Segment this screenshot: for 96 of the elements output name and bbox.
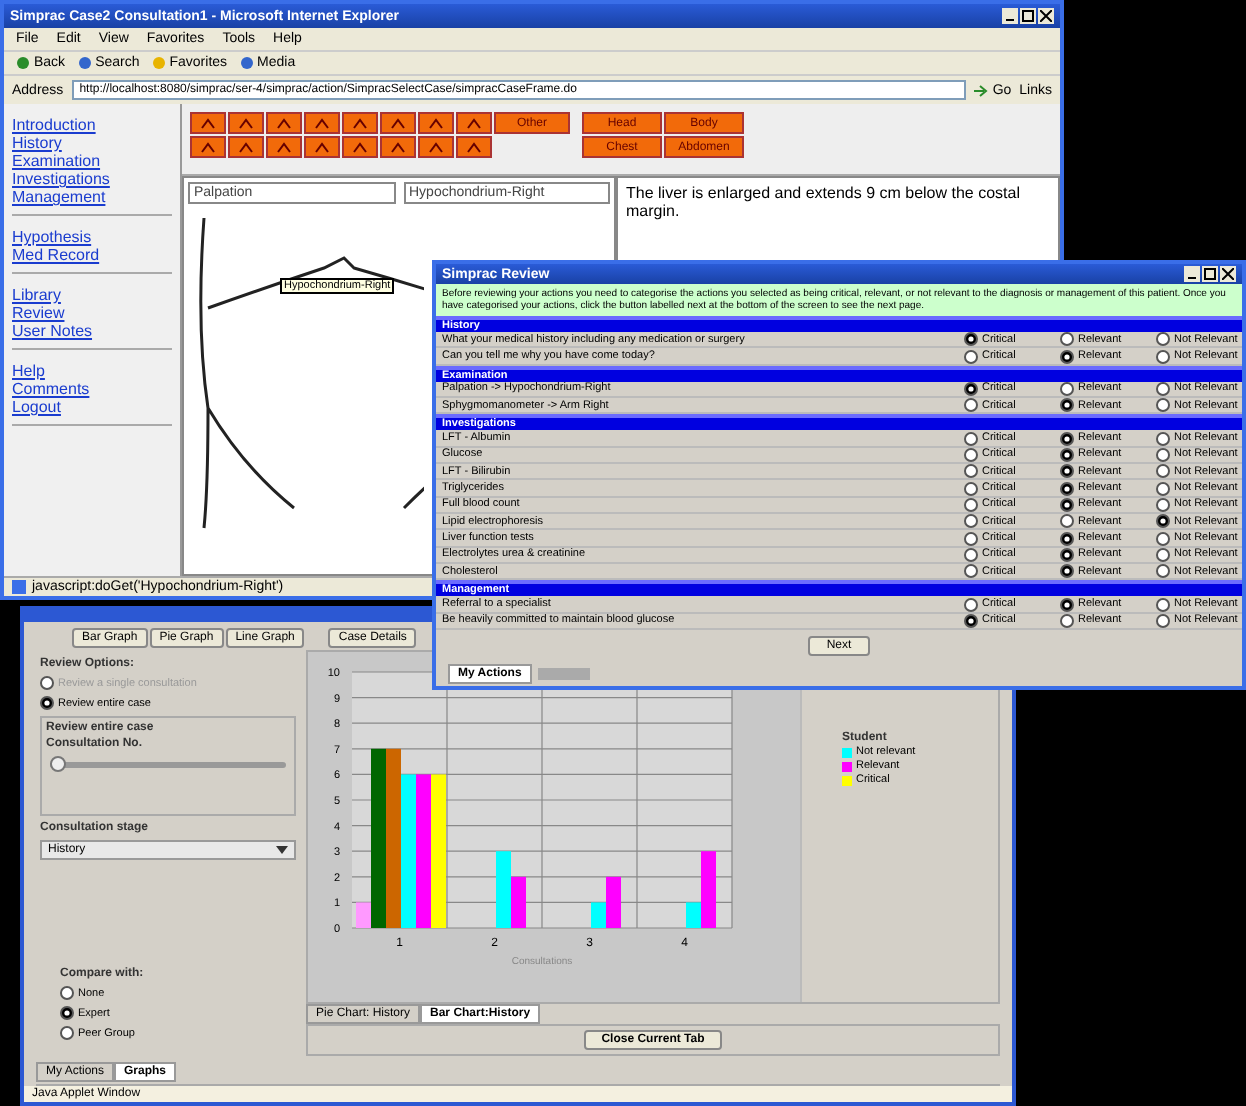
nav-link[interactable]: Library — [12, 286, 172, 304]
body-part-icon-button[interactable] — [190, 112, 226, 134]
radio-button[interactable] — [964, 381, 978, 396]
radio-button[interactable] — [60, 1026, 74, 1040]
radio-button[interactable] — [1060, 481, 1074, 496]
nav-link[interactable]: Examination — [12, 152, 172, 170]
body-part-icon-button[interactable] — [380, 136, 416, 158]
radio-button[interactable] — [1060, 497, 1074, 512]
page-icon — [12, 580, 26, 594]
radio-button[interactable] — [964, 564, 978, 579]
body-part-icon-button[interactable] — [418, 136, 454, 158]
radio-button[interactable] — [1156, 431, 1170, 446]
radio-button[interactable] — [1156, 514, 1170, 529]
arrow-icon — [974, 83, 989, 97]
radio-button[interactable] — [1156, 547, 1170, 562]
body-part-icon-button[interactable] — [380, 112, 416, 134]
radio-button[interactable] — [1060, 447, 1074, 462]
nav-link[interactable]: Hypothesis — [12, 228, 172, 246]
radio-button[interactable] — [1156, 613, 1170, 628]
radio-button[interactable] — [1060, 381, 1074, 396]
radio-button[interactable] — [1156, 497, 1170, 512]
radio-button[interactable] — [964, 481, 978, 496]
radio-button[interactable] — [1060, 398, 1074, 413]
radio-button[interactable] — [964, 349, 978, 364]
radio-button[interactable] — [964, 398, 978, 413]
round-icon — [151, 56, 166, 70]
radio-button[interactable] — [1060, 564, 1074, 579]
radio-button[interactable] — [964, 447, 978, 462]
round-icon — [77, 56, 92, 70]
maximize-icon — [1022, 10, 1034, 22]
radio-button[interactable] — [1156, 531, 1170, 546]
radio-button[interactable] — [1156, 398, 1170, 413]
radio-button[interactable] — [964, 464, 978, 479]
nav-link[interactable]: History — [12, 134, 172, 152]
radio-button[interactable] — [1060, 464, 1074, 479]
round-icon — [239, 56, 254, 70]
radio-button[interactable] — [1060, 349, 1074, 364]
radio-button[interactable] — [60, 1006, 74, 1020]
close-button[interactable] — [1038, 8, 1054, 24]
body-part-icon-button[interactable] — [456, 112, 492, 134]
radio-button[interactable] — [964, 547, 978, 562]
nav-link[interactable]: Comments — [12, 380, 172, 398]
radio-button[interactable] — [1156, 349, 1170, 364]
radio-button[interactable] — [964, 531, 978, 546]
nav-link[interactable]: Investigations — [12, 170, 172, 188]
caret-icon — [276, 846, 288, 854]
nav-link[interactable]: Review — [12, 304, 172, 322]
radio-button[interactable] — [964, 613, 978, 628]
radio-button[interactable] — [60, 986, 74, 1000]
body-part-icon-button[interactable] — [456, 136, 492, 158]
minimize-button[interactable] — [1002, 8, 1018, 24]
radio-button[interactable] — [1060, 514, 1074, 529]
radio-button[interactable] — [1156, 564, 1170, 579]
body-part-icon-button[interactable] — [228, 112, 264, 134]
radio-button[interactable] — [1156, 597, 1170, 612]
nav-link[interactable]: Management — [12, 188, 172, 206]
nav-link[interactable]: Logout — [12, 398, 172, 416]
radio-button[interactable] — [964, 431, 978, 446]
nav-link[interactable]: Help — [12, 362, 172, 380]
body-part-icon-button[interactable] — [342, 136, 378, 158]
nav-link[interactable]: User Notes — [12, 322, 172, 340]
body-part-icon-button[interactable] — [304, 112, 340, 134]
radio-button[interactable] — [1156, 464, 1170, 479]
body-part-icon-button[interactable] — [342, 112, 378, 134]
close-button[interactable] — [1220, 266, 1236, 283]
close-icon — [1040, 10, 1052, 22]
radio-button[interactable] — [964, 597, 978, 612]
radio-button[interactable] — [1060, 597, 1074, 612]
radio-button[interactable] — [1060, 547, 1074, 562]
radio-button[interactable] — [40, 696, 54, 710]
radio-button[interactable] — [1060, 531, 1074, 546]
radio-button[interactable] — [1060, 332, 1074, 347]
radio-button[interactable] — [964, 497, 978, 512]
minimize-button[interactable] — [1184, 266, 1200, 283]
slider-thumb[interactable] — [50, 756, 66, 772]
close-icon — [1222, 268, 1234, 281]
maximize-icon — [1204, 268, 1216, 281]
maximize-button[interactable] — [1020, 8, 1036, 24]
radio-button[interactable] — [1156, 447, 1170, 462]
nav-link[interactable]: Med Record — [12, 246, 172, 264]
round-icon — [16, 56, 30, 70]
radio-button[interactable] — [1060, 431, 1074, 446]
radio-button[interactable] — [1156, 481, 1170, 496]
radio-button[interactable] — [964, 514, 978, 529]
nav-link[interactable]: Introduction — [12, 116, 172, 134]
radio-button[interactable] — [1060, 613, 1074, 628]
body-part-icon-button[interactable] — [190, 136, 226, 158]
radio-button[interactable] — [964, 332, 978, 347]
body-part-icon-button[interactable] — [228, 136, 264, 158]
maximize-button[interactable] — [1202, 266, 1218, 283]
body-part-icon-button[interactable] — [266, 136, 302, 158]
radio-button[interactable] — [1156, 332, 1170, 347]
body-part-icon-button[interactable] — [418, 112, 454, 134]
radio-button[interactable] — [1156, 381, 1170, 396]
body-part-icon-button[interactable] — [266, 112, 302, 134]
body-part-icon-button[interactable] — [304, 136, 340, 158]
